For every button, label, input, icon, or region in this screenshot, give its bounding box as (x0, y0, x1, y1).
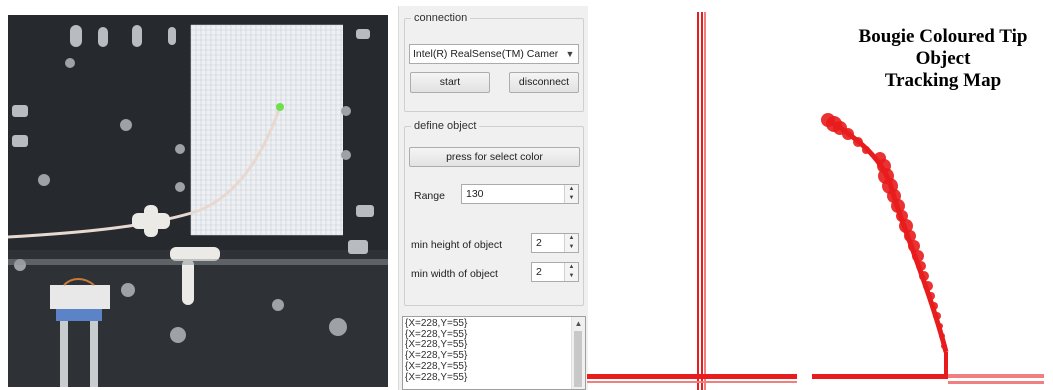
min-width-input[interactable]: 2 ▲ ▼ (531, 262, 579, 282)
camera-scene (8, 15, 388, 387)
map-horizontal-axis (587, 352, 1044, 384)
tracked-path (821, 113, 949, 353)
define-object-group-title: define object (411, 120, 480, 132)
range-label: Range (414, 190, 445, 202)
map-title-line1: Bougie Coloured Tip (858, 26, 1028, 47)
range-spin-buttons[interactable]: ▲ ▼ (564, 185, 578, 203)
list-item: {X=228,Y=55} (405, 371, 468, 383)
min-width-spin-buttons[interactable]: ▲ ▼ (564, 263, 578, 281)
disconnect-button[interactable]: disconnect (509, 72, 579, 93)
map-title-line2: Object (915, 48, 971, 69)
connection-group: connection (404, 12, 584, 112)
range-value: 130 (466, 188, 484, 200)
camera-device-select[interactable]: Intel(R) RealSense(TM) Camer ▼ (409, 44, 579, 64)
list-item: {X=228,Y=55} (405, 360, 468, 372)
min-width-label: min width of object (411, 268, 498, 280)
min-height-spin-buttons[interactable]: ▲ ▼ (564, 234, 578, 252)
camera-feed (8, 15, 388, 387)
range-input[interactable]: 130 ▲ ▼ (461, 184, 579, 204)
min-height-input[interactable]: 2 ▲ ▼ (531, 233, 579, 253)
min-height-label: min height of object (411, 239, 503, 251)
log-scrollbar[interactable]: ▲ (571, 317, 585, 389)
scroll-up-icon[interactable]: ▲ (572, 319, 585, 328)
camera-device-value: Intel(R) RealSense(TM) Camer (413, 48, 559, 60)
map-title-line3: Tracking Map (884, 70, 1002, 91)
tracked-tip-dot (276, 103, 284, 111)
chevron-down-icon[interactable]: ▼ (564, 45, 576, 63)
coordinate-log[interactable]: {X=228,Y=55} {X=228,Y=55} {X=228,Y=55} {… (402, 316, 586, 390)
select-color-button[interactable]: press for select color (409, 147, 580, 167)
min-height-value: 2 (536, 237, 542, 249)
control-panel: connection Intel(R) RealSense(TM) Camer … (398, 6, 588, 390)
map-title: Bougie Coloured Tip Object Tracking Map (828, 26, 1053, 92)
map-vertical-axis (697, 12, 706, 390)
start-button[interactable]: start (410, 72, 490, 93)
min-width-value: 2 (536, 266, 542, 278)
connection-group-title: connection (411, 12, 471, 24)
track-line (826, 117, 949, 353)
coordinate-log-lines: {X=228,Y=55} {X=228,Y=55} {X=228,Y=55} {… (405, 318, 468, 383)
scroll-thumb[interactable] (574, 331, 582, 387)
